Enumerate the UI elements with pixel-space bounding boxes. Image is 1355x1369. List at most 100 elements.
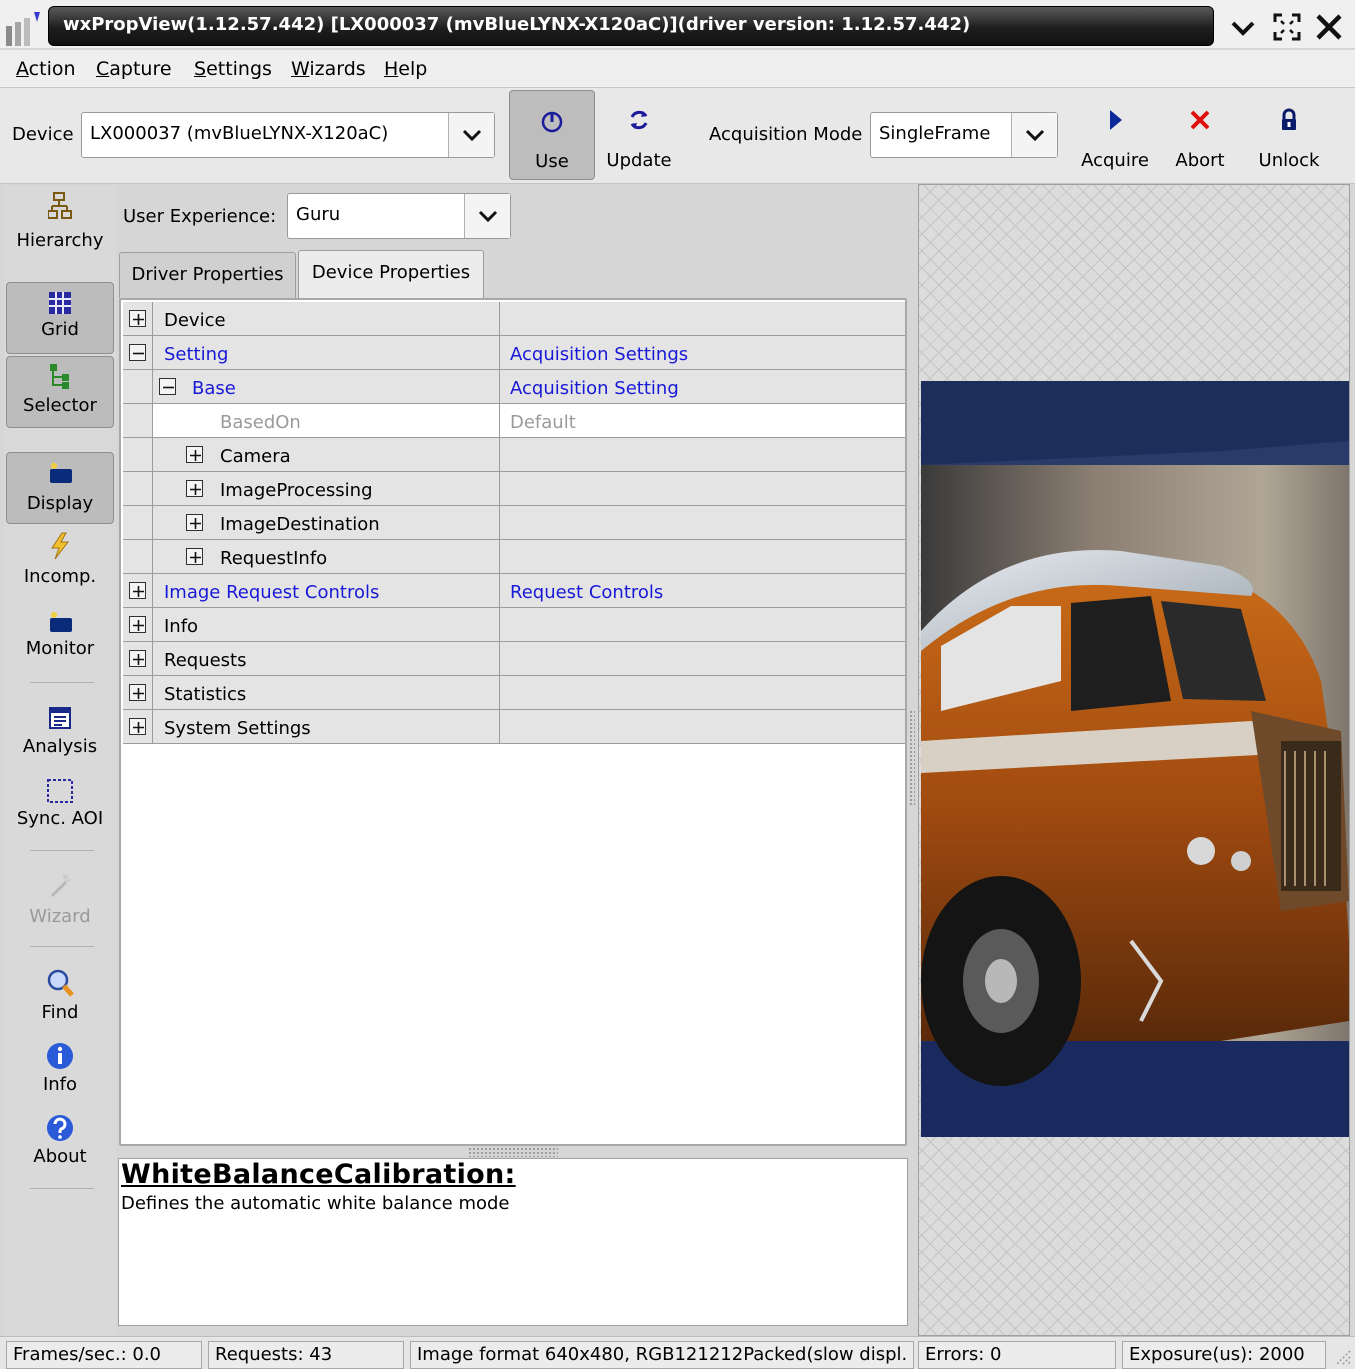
- sidebar-separator: [30, 946, 94, 947]
- unlock-button[interactable]: Unlock: [1248, 90, 1330, 180]
- menu-help[interactable]: Help: [384, 58, 427, 80]
- grid-row-name: Camera: [220, 446, 291, 467]
- grid-row-value: [499, 676, 905, 709]
- grid-row-value: Request Controls: [499, 574, 905, 607]
- sidebar-item-analysis[interactable]: Analysis: [6, 702, 114, 768]
- sidebar-item-display[interactable]: Display: [6, 452, 114, 524]
- sidebar-item-selector-label: Selector: [23, 395, 97, 416]
- expand-plus-icon[interactable]: [186, 548, 203, 565]
- sidebar-separator: [30, 850, 94, 851]
- grid-row-statistics[interactable]: Statistics: [123, 676, 905, 710]
- expand-plus-icon[interactable]: [129, 650, 146, 667]
- sidebar: Hierarchy Grid Selector Display Incomp.: [4, 186, 116, 1336]
- grid-row-value: [499, 540, 905, 573]
- power-icon: [541, 111, 563, 133]
- chevron-down-icon: [1025, 129, 1045, 142]
- sidebar-item-monitor-label: Monitor: [25, 638, 95, 659]
- grid-row-value: [499, 472, 905, 505]
- grid-row-setting[interactable]: Setting Acquisition Settings: [123, 336, 905, 370]
- acquisition-mode-arrow[interactable]: [1011, 113, 1057, 157]
- use-button[interactable]: Use: [509, 90, 595, 180]
- expand-plus-icon[interactable]: [129, 310, 146, 327]
- expand-plus-icon[interactable]: [186, 514, 203, 531]
- row-gutter: [123, 370, 153, 403]
- abort-button[interactable]: Abort: [1162, 90, 1238, 180]
- device-select-arrow[interactable]: [448, 113, 494, 157]
- grid-row-name: Base: [192, 378, 236, 399]
- expand-plus-icon[interactable]: [129, 684, 146, 701]
- update-button[interactable]: Update: [598, 90, 680, 180]
- acquire-button[interactable]: Acquire: [1074, 90, 1156, 180]
- status-exposure: Exposure(us): 2000: [1122, 1341, 1326, 1369]
- camera-image[interactable]: [921, 381, 1349, 1137]
- use-button-label: Use: [535, 151, 569, 172]
- maximize-icon[interactable]: [1272, 12, 1302, 42]
- menu-wizards[interactable]: Wizards: [291, 58, 366, 80]
- lock-icon: [1282, 108, 1296, 130]
- sidebar-item-hierarchy[interactable]: Hierarchy: [6, 190, 114, 258]
- sidebar-item-selector[interactable]: Selector: [6, 356, 114, 428]
- menu-capture[interactable]: Capture: [96, 58, 172, 80]
- grid-row-imageprocessing[interactable]: ImageProcessing: [123, 472, 905, 506]
- chevron-down-icon: [462, 129, 482, 142]
- minimize-chevron-icon[interactable]: [1228, 12, 1258, 42]
- status-requests: Requests: 43: [208, 1341, 404, 1369]
- sidebar-item-grid[interactable]: Grid: [6, 282, 114, 354]
- resize-grip-icon[interactable]: [1330, 1345, 1352, 1367]
- sidebar-item-incomp[interactable]: Incomp.: [6, 530, 114, 596]
- hierarchy-icon: [48, 192, 72, 219]
- horizontal-splitter-handle[interactable]: [468, 1147, 558, 1157]
- image-display-panel[interactable]: [918, 184, 1350, 1336]
- grid-row-camera[interactable]: Camera: [123, 438, 905, 472]
- info-icon: [47, 1043, 73, 1069]
- sidebar-item-about[interactable]: About: [6, 1112, 114, 1178]
- sidebar-item-hierarchy-label: Hierarchy: [16, 230, 104, 251]
- user-experience-select[interactable]: Guru: [287, 193, 511, 239]
- status-image-format: Image format 640x480, RGB121212Packed(sl…: [410, 1341, 914, 1369]
- grid-row-basedon[interactable]: BasedOn Default: [123, 404, 905, 438]
- expand-plus-icon[interactable]: [129, 582, 146, 599]
- close-icon[interactable]: [1314, 12, 1344, 42]
- unlock-button-label: Unlock: [1258, 150, 1320, 171]
- grid-row-name: Setting: [164, 344, 229, 365]
- sidebar-item-sync-aoi[interactable]: Sync. AOI: [6, 776, 114, 842]
- chevron-down-icon: [478, 210, 498, 223]
- expand-plus-icon[interactable]: [186, 446, 203, 463]
- grid-row-requestinfo[interactable]: RequestInfo: [123, 540, 905, 574]
- expand-plus-icon[interactable]: [186, 480, 203, 497]
- sidebar-item-wizard[interactable]: Wizard: [6, 870, 114, 936]
- menu-action[interactable]: Action: [16, 58, 76, 80]
- display-icon: [50, 462, 72, 483]
- tab-device-properties[interactable]: Device Properties: [298, 250, 484, 298]
- description-panel: WhiteBalanceCalibration: Defines the aut…: [118, 1158, 908, 1326]
- sidebar-item-about-label: About: [33, 1146, 87, 1167]
- grid-row-info[interactable]: Info: [123, 608, 905, 642]
- grid-row-value: Default: [499, 404, 905, 437]
- status-bar: Frames/sec.: 0.0 Requests: 43 Image form…: [0, 1336, 1355, 1369]
- description-text: Defines the automatic white balance mode: [121, 1193, 510, 1214]
- menu-settings[interactable]: Settings: [194, 58, 272, 80]
- sidebar-item-monitor[interactable]: Monitor: [6, 606, 114, 672]
- grid-row-imagedestination[interactable]: ImageDestination: [123, 506, 905, 540]
- grid-row-image-request-controls[interactable]: Image Request Controls Request Controls: [123, 574, 905, 608]
- user-experience-arrow[interactable]: [464, 194, 510, 238]
- vertical-splitter-handle[interactable]: [909, 710, 915, 806]
- grid-row-base[interactable]: Base Acquisition Setting: [123, 370, 905, 404]
- expand-plus-icon[interactable]: [129, 718, 146, 735]
- collapse-minus-icon[interactable]: [129, 344, 146, 361]
- acquisition-mode-select[interactable]: SingleFrame: [870, 112, 1058, 158]
- sidebar-separator: [30, 682, 94, 683]
- grid-row-name: System Settings: [164, 718, 311, 739]
- sidebar-item-info[interactable]: Info: [6, 1040, 114, 1106]
- sidebar-item-incomp-label: Incomp.: [23, 566, 97, 587]
- sidebar-item-find[interactable]: Find: [6, 966, 114, 1032]
- toolbar: Device LX000037 (mvBlueLYNX-X120aC) Use …: [0, 88, 1355, 184]
- grid-row-requests[interactable]: Requests: [123, 642, 905, 676]
- expand-plus-icon[interactable]: [129, 616, 146, 633]
- row-gutter: [123, 472, 153, 505]
- grid-row-system-settings[interactable]: System Settings: [123, 710, 905, 744]
- tab-driver-properties[interactable]: Driver Properties: [119, 252, 296, 298]
- collapse-minus-icon[interactable]: [159, 378, 176, 395]
- device-select[interactable]: LX000037 (mvBlueLYNX-X120aC): [81, 112, 495, 158]
- grid-row-device[interactable]: Device: [123, 302, 905, 336]
